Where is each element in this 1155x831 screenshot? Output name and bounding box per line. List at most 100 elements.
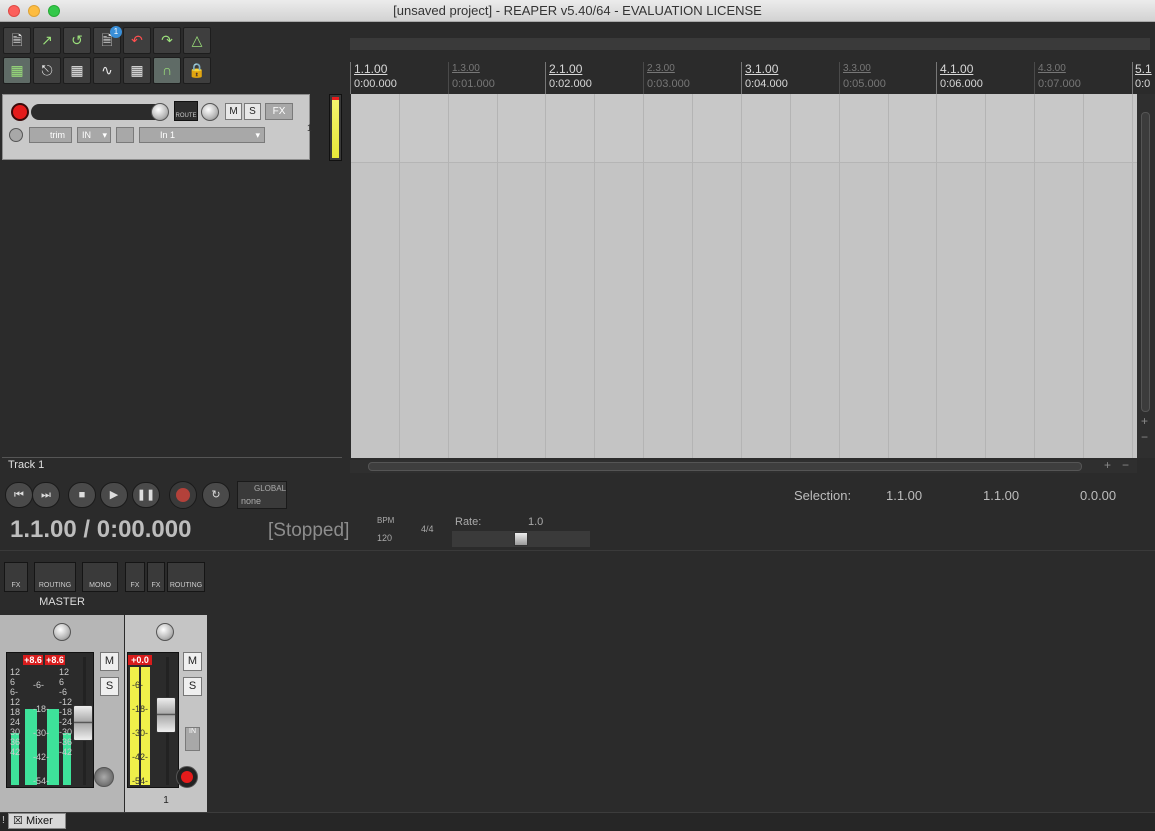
master-volume-fader[interactable] [73, 705, 93, 741]
timeline-ruler[interactable]: 1.1.00 0:00.000 1.3.00 0:01.000 2.1.00 0… [350, 62, 1155, 94]
track-fx-button[interactable]: FX [125, 562, 145, 592]
selection-start[interactable]: 1.1.00 [886, 488, 922, 503]
input-monitor-button[interactable]: IN ▾ [77, 127, 111, 143]
scale-tick: 6 [59, 677, 65, 687]
horizontal-scrollbar[interactable]: + − [350, 458, 1137, 473]
undo-icon[interactable]: ↶ [123, 27, 151, 54]
lock-icon[interactable]: 🔒 [183, 57, 211, 84]
volume-knob[interactable] [151, 103, 169, 121]
ripple-edit-icon[interactable]: ⎋ [33, 57, 61, 84]
docker-marker: ! [2, 815, 5, 826]
bar-time: 0:04.000 [745, 78, 788, 90]
track-scale: -6- -18- -30- -42- -54- [132, 673, 148, 793]
zoom-in-icon[interactable]: + [1104, 458, 1111, 472]
grid-icon[interactable]: ▦ [123, 57, 151, 84]
close-icon[interactable]: ☒ [13, 815, 23, 827]
zoom-out-icon[interactable]: − [1141, 430, 1148, 444]
arrange-view[interactable] [351, 94, 1137, 458]
vertical-scrollbar[interactable]: + − [1137, 94, 1155, 458]
fx-label: FX [151, 582, 161, 589]
chevron-down-icon: ▾ [255, 130, 260, 140]
metronome-icon[interactable]: △ [183, 27, 211, 54]
route-button[interactable]: ROUTE [174, 101, 198, 121]
new-project-icon[interactable]: 🗎 [3, 27, 31, 54]
input-select[interactable]: In 1 ▾ [139, 127, 265, 143]
grid-line [643, 94, 644, 458]
track-input-fx-button[interactable]: FX [147, 562, 165, 592]
time-display[interactable]: 1.1.00 / 0:00.000 [10, 516, 191, 544]
track-record-arm-button[interactable] [176, 766, 198, 788]
selection-end[interactable]: 1.1.00 [983, 488, 1019, 503]
selection-length[interactable]: 0.0.00 [1080, 488, 1116, 503]
go-to-start-button[interactable]: ⏮ [5, 482, 33, 508]
scale-tick: -24 [59, 717, 73, 727]
beat-label: 4.3.00 [1038, 63, 1066, 74]
project-settings-icon[interactable]: 🗎 1 [93, 26, 122, 54]
go-to-end-button[interactable]: ⏭ [32, 482, 60, 508]
scroll-thumb[interactable] [1141, 112, 1150, 412]
grid-line [448, 94, 449, 458]
scroll-thumb[interactable] [368, 462, 1082, 471]
scale-tick: -42- [33, 752, 50, 762]
stop-button[interactable]: ■ [68, 482, 96, 508]
save-project-icon[interactable]: ↺ [63, 27, 91, 54]
master-pan-knob[interactable] [53, 623, 71, 641]
record-mode-icon[interactable] [116, 127, 134, 143]
envelope-lock-icon[interactable]: ∿ [93, 57, 121, 84]
record-button[interactable] [169, 481, 197, 509]
record-arm-button[interactable] [11, 103, 29, 121]
playrate-slider-thumb[interactable] [514, 532, 528, 546]
play-button[interactable]: ▶ [100, 482, 128, 508]
input-label: In 1 [160, 130, 176, 140]
track-solo-button[interactable]: S [183, 677, 202, 696]
trim-button[interactable]: trim [29, 127, 72, 143]
scale-tick: -6- [132, 680, 143, 690]
track-peak: +0.0 [128, 655, 152, 665]
fx-button[interactable]: FX [265, 103, 293, 120]
zoom-in-icon[interactable]: + [1141, 414, 1148, 428]
phase-icon[interactable] [9, 128, 23, 142]
track-lane[interactable] [351, 94, 1137, 163]
gear-icon[interactable] [94, 767, 114, 787]
master-meter: +8.6 +8.6 12 6 6- 12 18 24 30 36 42 -6- … [6, 652, 94, 788]
repeat-button[interactable]: ↻ [202, 482, 230, 508]
track-volume-fader[interactable] [156, 697, 176, 733]
track-mute-button[interactable]: M [183, 652, 202, 671]
mixer-tab[interactable]: ☒ Mixer [8, 813, 66, 829]
pause-button[interactable]: ❚❚ [132, 482, 160, 508]
global-label: GLOBAL [254, 484, 287, 493]
beat-label: 3.3.00 [843, 63, 871, 74]
time-signature[interactable]: 4/4 [421, 524, 434, 534]
master-solo-button[interactable]: S [100, 677, 119, 696]
track-routing-button[interactable]: ROUTING [167, 562, 205, 592]
pan-knob[interactable] [201, 103, 219, 121]
track-pan-knob[interactable] [156, 623, 174, 641]
transport-state: [Stopped] [268, 520, 350, 541]
track-header[interactable]: ROUTE M S FX trim IN ▾ In 1 ▾ 1 [2, 94, 312, 160]
beat-time: 0:07.000 [1038, 78, 1081, 90]
redo-icon[interactable]: ↷ [153, 27, 181, 54]
trim-label: trim [50, 130, 65, 140]
zoom-out-icon[interactable]: − [1122, 458, 1129, 472]
master-mute-button[interactable]: M [100, 652, 119, 671]
scale-tick: -42 [59, 747, 73, 757]
region-bar[interactable] [350, 38, 1150, 50]
scale-tick: -6- [33, 680, 44, 690]
mute-button[interactable]: M [225, 103, 242, 120]
track-name-field[interactable] [31, 104, 167, 120]
master-fx-button[interactable]: FX [4, 562, 28, 592]
master-mono-button[interactable]: MONO [82, 562, 118, 592]
bar-time: 0:02.000 [549, 78, 592, 90]
snap-loop-icon[interactable]: ∩ [153, 57, 181, 84]
bpm-value[interactable]: 120 [377, 533, 392, 543]
scale-tick: 36 [10, 737, 21, 747]
master-routing-button[interactable]: ROUTING [34, 562, 76, 592]
open-project-icon[interactable]: ↗ [33, 27, 61, 54]
playrate-slider[interactable] [452, 531, 590, 547]
global-automation-button[interactable]: GLOBAL none [237, 481, 287, 509]
grid-snap-icon[interactable]: ▦ [3, 57, 31, 84]
auto-crossfade-icon[interactable]: ▦ [63, 57, 91, 84]
solo-button[interactable]: S [244, 103, 261, 120]
track-input-monitor-button[interactable]: IN [185, 727, 200, 751]
docker-tab-bar: ! [0, 812, 1155, 831]
